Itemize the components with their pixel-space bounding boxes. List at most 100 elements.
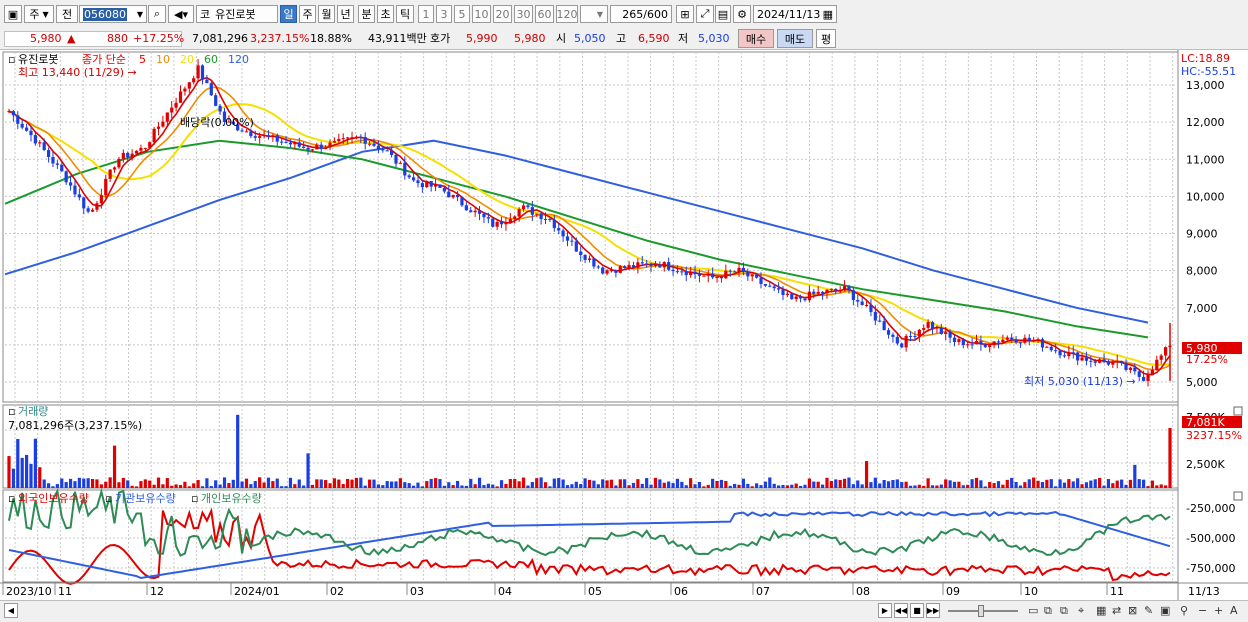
candle-body (7, 111, 11, 113)
stop-icon[interactable]: ■ (910, 603, 924, 618)
crosshair-icon[interactable]: ⌖ (1078, 604, 1084, 618)
volume-bar (601, 479, 605, 488)
speaker-icon[interactable]: ◀▾ (168, 5, 194, 23)
volume-bar (1098, 477, 1102, 488)
copy-icon[interactable]: ⧉ (1060, 604, 1068, 618)
candle-body (702, 275, 706, 277)
candle-body (1137, 371, 1141, 377)
market-select[interactable]: 주 ▼ (24, 5, 54, 23)
indicator-icon[interactable]: ⊠ (1128, 604, 1137, 617)
display-icon[interactable]: ▣ (1160, 604, 1170, 617)
volume-bar (667, 481, 671, 488)
volume-bar (873, 477, 877, 488)
candle-body (90, 209, 95, 212)
volume-bar (763, 481, 768, 488)
volume-bar (433, 478, 438, 488)
data-count-field[interactable]: 265/600 (610, 5, 672, 23)
volume-bar (737, 484, 741, 488)
candle-body (939, 327, 943, 335)
volume-bar (60, 478, 64, 488)
candle-body (842, 286, 847, 291)
candle-body (746, 272, 750, 277)
period-minute-tab[interactable]: 분 (358, 5, 375, 23)
volume-bar (341, 484, 345, 488)
candle-body (420, 183, 424, 188)
x-right-label: 11/13 (1188, 585, 1220, 598)
candle-body (117, 158, 121, 168)
sell-button[interactable]: 매도 (777, 29, 813, 48)
volume-bar (922, 485, 926, 488)
period-week-tab[interactable]: 주 (299, 5, 316, 23)
candle-body (772, 286, 776, 289)
interval-120-button[interactable]: 120 (556, 5, 578, 23)
candle-body (838, 290, 842, 292)
zoom-slider-handle[interactable] (978, 605, 984, 617)
volume-bar (51, 486, 55, 488)
interval-3-button[interactable]: 3 (436, 5, 452, 23)
scroll-left-icon[interactable]: ◀ (4, 603, 18, 618)
split-icon[interactable]: ⧉ (1044, 604, 1052, 618)
period-month-tab[interactable]: 월 (318, 5, 335, 23)
candle-body (812, 291, 816, 294)
volume-bar (33, 438, 37, 488)
type-button[interactable]: 전 (56, 5, 78, 23)
zoom-in-icon[interactable]: + (1214, 604, 1223, 617)
candle-body (200, 65, 205, 80)
volume-bar (11, 468, 15, 488)
line-tool-icon[interactable]: ⤢ (696, 5, 714, 23)
volume-bar (834, 479, 838, 488)
period-day-tab[interactable]: 일 (280, 5, 297, 23)
candle-body (209, 83, 213, 96)
compare-icon[interactable]: ⇄ (1112, 604, 1121, 617)
volume-bar (262, 482, 266, 488)
period-second-tab[interactable]: 초 (377, 5, 394, 23)
chart-tool-icon[interactable]: ⊞ (676, 5, 694, 23)
chevron-down-icon: ▼ (42, 9, 49, 19)
zoom-out-icon[interactable]: − (1198, 604, 1207, 617)
volume-bar (429, 478, 433, 488)
grid-icon[interactable]: ▦ (1096, 604, 1106, 617)
candle-body (689, 271, 693, 276)
search-icon[interactable]: ⌕ (148, 5, 166, 23)
name-prefix: 코 (200, 8, 211, 21)
price-tick-label: 10,000 (1186, 190, 1225, 203)
chart-area[interactable]: ▫ 유진로봇 종가 단순 5 10 20 60 120 최고 13,440 (11/29) → 배… (0, 50, 1248, 600)
period-year-tab[interactable]: 년 (337, 5, 354, 23)
window-icon[interactable]: ▣ (4, 5, 22, 23)
volume-bar (878, 483, 882, 488)
candle-body (411, 177, 416, 181)
interval-30-button[interactable]: 30 (514, 5, 533, 23)
rewind-icon[interactable]: ◀◀ (894, 603, 908, 618)
date-input[interactable]: 2024/11/13 ▦ (753, 5, 837, 23)
pen-icon[interactable]: ✎ (1144, 604, 1153, 617)
candle-body (996, 341, 1001, 343)
period-tick-tab[interactable]: 틱 (396, 5, 414, 23)
stock-chart[interactable]: ▫ 유진로봇 종가 단순 5 10 20 60 120최고 13,440 (11/29) →배… (0, 50, 1248, 600)
search-icon[interactable]: ⚲ (1180, 604, 1188, 617)
stock-code-input[interactable]: 056080 ▼ (79, 5, 147, 23)
buy-button[interactable]: 매수 (738, 29, 774, 48)
candle-body (856, 299, 860, 302)
interval-5-button[interactable]: 5 (454, 5, 470, 23)
gear-icon[interactable]: ⚙ (733, 5, 751, 23)
ma-label: 종가 단순 (82, 53, 126, 66)
layout-icon[interactable]: ▭ (1028, 604, 1038, 617)
interval-10-button[interactable]: 10 (472, 5, 491, 23)
holding-legend-label: 기관보유수량 (115, 492, 176, 505)
candle-body (504, 222, 508, 225)
candle-body (759, 277, 763, 284)
interval-custom-select[interactable]: ▼ (580, 5, 608, 23)
candle-body (675, 271, 680, 273)
save-icon[interactable]: ▤ (715, 5, 731, 23)
candle-body (724, 270, 728, 279)
interval-20-button[interactable]: 20 (493, 5, 512, 23)
fast-forward-icon[interactable]: ▶▶ (926, 603, 940, 618)
font-size-icon[interactable]: A (1230, 604, 1238, 617)
candle-body (249, 131, 253, 137)
scroll-right-icon[interactable]: ▶ (878, 603, 892, 618)
evaluate-button[interactable]: 평 (816, 29, 836, 48)
volume-bar (187, 486, 191, 488)
interval-60-button[interactable]: 60 (535, 5, 554, 23)
interval-1-button[interactable]: 1 (418, 5, 434, 23)
high-price: 6,590 (638, 32, 670, 45)
